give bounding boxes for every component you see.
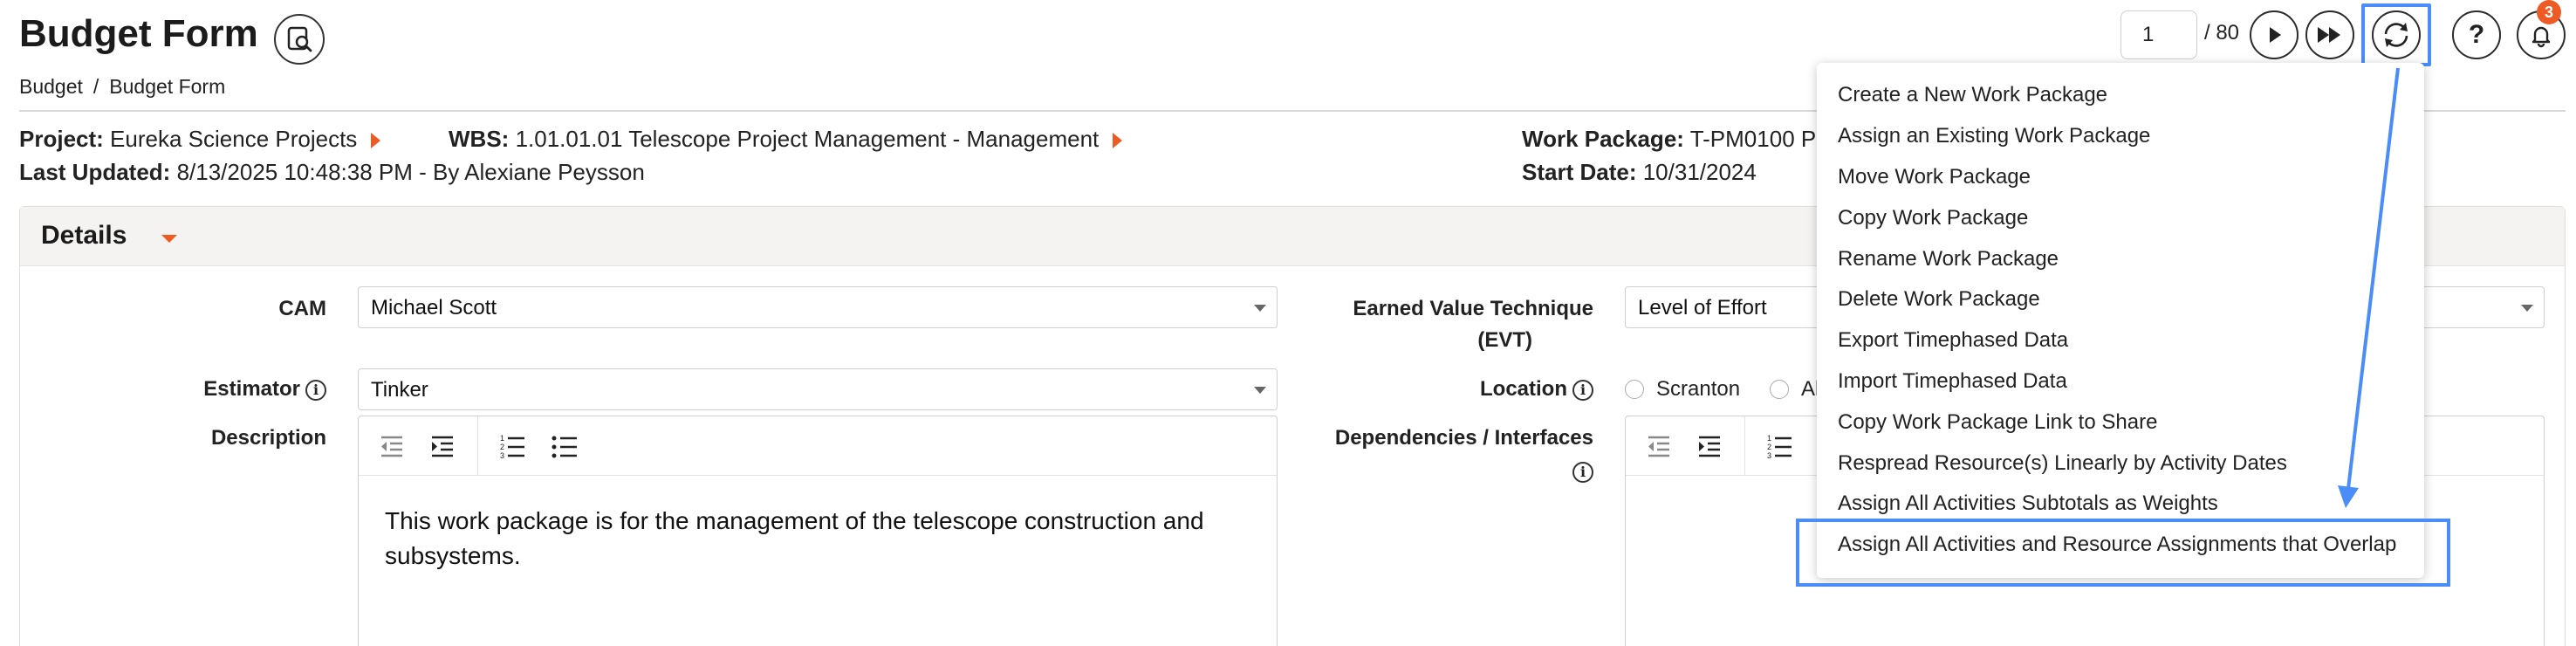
- notification-count-badge: 3: [2537, 0, 2561, 24]
- caret-down-icon[interactable]: [161, 235, 177, 243]
- cam-select[interactable]: Michael Scott: [358, 286, 1278, 328]
- chevron-down-icon: [1254, 387, 1266, 394]
- breadcrumb: Budget / Budget Form: [19, 75, 225, 99]
- page-number-input[interactable]: [2120, 10, 2197, 59]
- dependencies-label: Dependencies / Interfaces: [1334, 426, 1593, 450]
- menu-item-respread-resources[interactable]: Respread Resource(s) Linearly by Activit…: [1817, 443, 2424, 484]
- page-total: / 80: [2204, 21, 2240, 45]
- last-updated-value: 8/13/2025 10:48:38 PM - By Alexiane Peys…: [176, 159, 645, 185]
- menu-item-assign-existing-work-package[interactable]: Assign an Existing Work Package: [1817, 116, 2424, 157]
- estimator-label: Estimator: [203, 377, 300, 401]
- radio-circle[interactable]: [1770, 380, 1789, 399]
- description-editor[interactable]: 123 This work package is for the managem…: [358, 416, 1278, 646]
- actions-button-highlight: [2361, 3, 2431, 66]
- indent-icon[interactable]: [428, 432, 456, 460]
- estimator-select[interactable]: Tinker: [358, 368, 1278, 410]
- start-date-line: Start Date: 10/31/2024: [1522, 159, 1757, 186]
- bell-icon: [2531, 26, 2551, 48]
- last-updated-label: Last Updated:: [19, 159, 171, 185]
- chevron-down-icon: [1254, 305, 1266, 312]
- wbs-line: WBS: 1.01.01.01 Telescope Project Manage…: [449, 126, 1123, 153]
- start-date-value: 10/31/2024: [1642, 159, 1757, 185]
- svg-text:3: 3: [500, 451, 504, 460]
- wbs-expand-icon[interactable]: [1113, 133, 1123, 149]
- location-label-wrap: Location i: [1372, 377, 1593, 402]
- evt-label: Earned Value Technique (EVT): [1309, 297, 1593, 353]
- start-date-label: Start Date:: [1522, 159, 1637, 185]
- page-title: Budget Form: [19, 12, 258, 55]
- description-label: Description: [210, 426, 326, 450]
- info-icon[interactable]: i: [305, 379, 326, 401]
- indent-icon[interactable]: [1696, 432, 1723, 460]
- question-icon: ?: [2468, 20, 2485, 49]
- wbs-value: 1.01.01.01 Telescope Project Management …: [515, 126, 1100, 152]
- preview-button[interactable]: [274, 14, 325, 65]
- last-updated-line: Last Updated: 8/13/2025 10:48:38 PM - By…: [19, 159, 645, 186]
- menu-item-copy-work-package[interactable]: Copy Work Package: [1817, 197, 2424, 238]
- location-option-label: Scranton: [1656, 377, 1741, 401]
- location-label: Location: [1480, 377, 1567, 401]
- evt-value: Level of Effort: [1638, 296, 1767, 320]
- svg-text:1: 1: [1767, 434, 1771, 443]
- info-icon[interactable]: i: [1572, 461, 1593, 483]
- actions-menu: Create a New Work Package Assign an Exis…: [1817, 63, 2424, 578]
- svg-text:2: 2: [500, 443, 504, 451]
- menu-item-delete-work-package[interactable]: Delete Work Package: [1817, 279, 2424, 320]
- last-button[interactable]: [2305, 10, 2354, 59]
- menu-item-rename-work-package[interactable]: Rename Work Package: [1817, 238, 2424, 279]
- cam-value: Michael Scott: [371, 296, 497, 320]
- info-icon[interactable]: i: [1572, 379, 1593, 401]
- play-icon: [2270, 27, 2281, 43]
- description-text[interactable]: This work package is for the management …: [385, 504, 1259, 574]
- breadcrumb-budget-form: Budget Form: [109, 75, 226, 98]
- menu-item-create-new-work-package[interactable]: Create a New Work Package: [1817, 75, 2424, 116]
- menu-item-copy-link-to-share[interactable]: Copy Work Package Link to Share: [1817, 402, 2424, 443]
- menu-item-export-timephased-data[interactable]: Export Timephased Data: [1817, 320, 2424, 361]
- project-label: Project:: [19, 126, 104, 152]
- numbered-list-icon[interactable]: 123: [1765, 432, 1793, 460]
- bulleted-list-icon[interactable]: [551, 432, 579, 460]
- outdent-icon[interactable]: [378, 432, 406, 460]
- project-value: Eureka Science Projects: [110, 126, 358, 152]
- breadcrumb-budget[interactable]: Budget: [19, 75, 83, 99]
- menu-item-import-timephased-data[interactable]: Import Timephased Data: [1817, 361, 2424, 402]
- evt-label-line-2: (EVT): [1477, 328, 1532, 352]
- cam-label: CAM: [278, 297, 326, 320]
- toolbar-separator: [1744, 416, 1745, 476]
- estimator-label-wrap: Estimator i: [105, 377, 326, 402]
- wbs-label: WBS:: [449, 126, 510, 152]
- help-button[interactable]: ?: [2452, 10, 2501, 59]
- next-button[interactable]: [2250, 10, 2299, 59]
- outdent-icon[interactable]: [1645, 432, 1673, 460]
- estimator-value: Tinker: [371, 378, 428, 402]
- chevron-down-icon: [2521, 305, 2533, 312]
- breadcrumb-separator: /: [92, 75, 99, 98]
- svg-text:2: 2: [1767, 443, 1771, 451]
- work-package-value: T-PM0100 Pro: [1689, 126, 1837, 152]
- menu-item-highlight: [1796, 519, 2450, 587]
- details-title: Details: [41, 221, 127, 250]
- project-expand-icon[interactable]: [371, 133, 381, 149]
- location-option-2[interactable]: Al: [1770, 377, 1819, 402]
- description-toolbar: 123: [359, 416, 1277, 476]
- project-line: Project: Eureka Science Projects: [19, 126, 381, 153]
- fast-forward-icon: [2318, 27, 2340, 43]
- toolbar-separator: [477, 416, 478, 476]
- work-package-label: Work Package:: [1522, 126, 1684, 152]
- menu-item-move-work-package[interactable]: Move Work Package: [1817, 157, 2424, 198]
- radio-circle[interactable]: [1625, 380, 1644, 399]
- svg-text:1: 1: [500, 434, 504, 443]
- dependencies-label-wrap: Dependencies / Interfaces i: [1309, 426, 1593, 484]
- svg-text:3: 3: [1767, 451, 1771, 460]
- evt-label-line-1: Earned Value Technique: [1353, 297, 1593, 320]
- work-package-line: Work Package: T-PM0100 Pro: [1522, 126, 1836, 153]
- numbered-list-icon[interactable]: 123: [498, 432, 526, 460]
- search-document-icon: [287, 26, 312, 52]
- location-option-scranton[interactable]: Scranton: [1625, 377, 1740, 402]
